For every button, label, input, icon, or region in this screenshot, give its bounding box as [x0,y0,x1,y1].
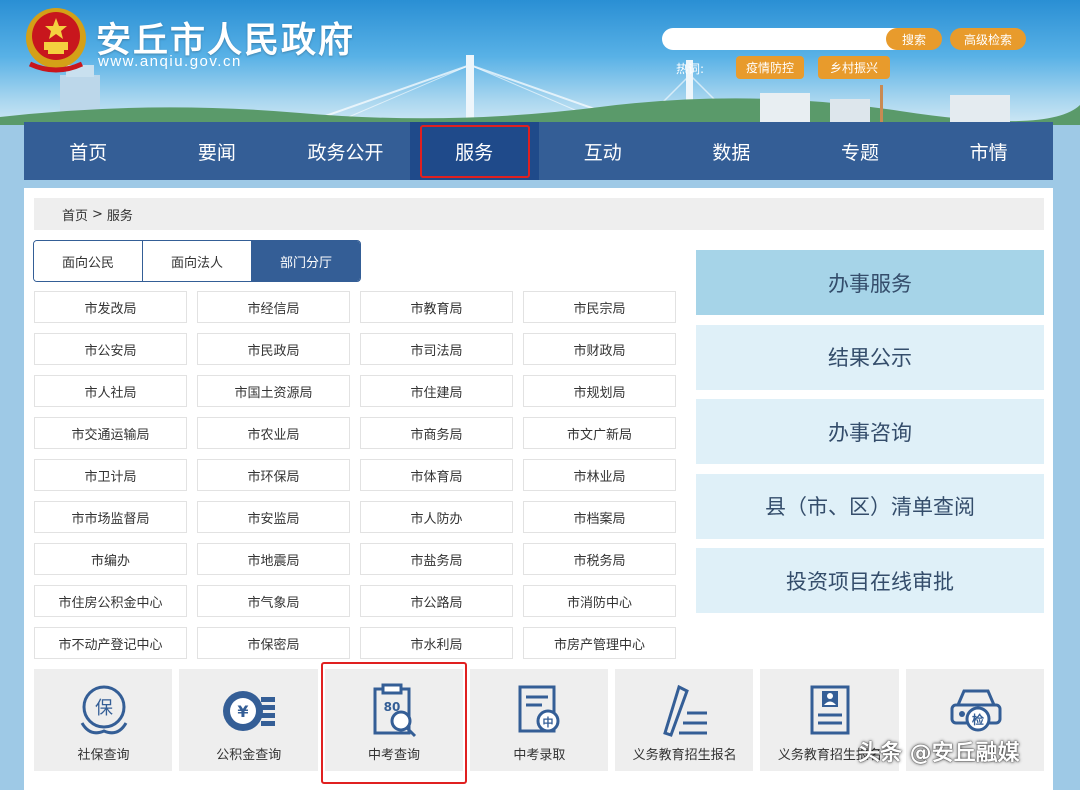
quick-link-label: 公积金查询 [216,748,282,763]
tab-legal-persons[interactable]: 面向法人 [143,241,252,281]
nav-item-topics[interactable]: 专题 [796,122,925,180]
department-link[interactable]: 市教育局 [360,291,513,323]
department-link[interactable]: 市财政局 [523,333,676,365]
department-link[interactable]: 市公安局 [34,333,187,365]
department-link[interactable]: 市地震局 [197,543,350,575]
department-link[interactable]: 市住建局 [360,375,513,407]
quick-link-label: 义务教育招生报名 [632,748,737,763]
tab-citizens[interactable]: 面向公民 [34,241,143,281]
breadcrumb-current: 服务 [106,208,133,224]
department-link[interactable]: 市档案局 [523,501,676,533]
site-url: www.anqiu.gov.cn [98,53,242,70]
nav-item-service[interactable]: 服务 [409,122,539,180]
department-link[interactable]: 市编办 [34,543,187,575]
vehicle-inspection-icon: 检 [950,689,1002,732]
department-link[interactable]: 市农业局 [197,417,350,449]
side-item-results[interactable]: 结果公示 [696,324,1044,390]
department-grid: 市发改局 市经信局 市教育局 市民宗局市公安局 市民政局 市司法局 市财政局市人社局 市国土资… [34,291,677,659]
service-side-menu: 办事服务 结果公示 办事咨询 县（市、区）清单查阅 投资项目在线审批 [696,250,1044,623]
department-link[interactable]: 市保密局 [197,627,350,659]
hot-tag-epidemic[interactable]: 疫情防控 [736,56,804,79]
quick-link-label: 社保查询 [77,748,130,763]
department-link[interactable]: 市民政局 [197,333,350,365]
department-link[interactable]: 市文广新局 [523,417,676,449]
department-link[interactable]: 市安监局 [197,501,350,533]
department-link[interactable]: 市公路局 [360,585,513,617]
department-link[interactable]: 市国土资源局 [197,375,350,407]
quick-link-enrollment-registration[interactable]: 义务教育招生报名 [615,669,754,771]
quick-link-admission[interactable]: 中 中考录取 [469,669,609,771]
svg-text:保: 保 [95,698,113,719]
department-link[interactable]: 市房产管理中心 [523,627,676,659]
side-item-consultation[interactable]: 办事咨询 [696,399,1044,464]
quick-link-provident-fund[interactable]: ¥ 公积金查询 [179,669,318,771]
side-item-investment-approval[interactable]: 投资项目在线审批 [696,548,1044,613]
department-link[interactable]: 市人社局 [34,375,187,407]
department-link[interactable]: 市不动产登记中心 [34,627,187,659]
exam-score-search-icon: 80 [373,683,416,738]
department-link[interactable]: 市环保局 [197,459,350,491]
department-link[interactable]: 市商务局 [360,417,513,449]
department-link[interactable]: 市气象局 [197,585,350,617]
watermark-text: 头条 @安丘融媒 [858,741,1020,766]
quick-link-label: 中考录取 [513,748,566,763]
department-link[interactable]: 市卫计局 [34,459,187,491]
breadcrumb-home[interactable]: 首页 [62,205,88,224]
nav-item-home[interactable]: 首页 [24,122,153,180]
student-form-icon [810,685,850,735]
department-link[interactable]: 市民宗局 [523,291,676,323]
department-link[interactable]: 市规划局 [523,375,676,407]
side-item-county-lists[interactable]: 县（市、区）清单查阅 [696,473,1044,539]
search-button[interactable]: 搜索 [886,28,942,50]
quick-link-label: 中考查询 [368,748,421,763]
hot-tag-rural[interactable]: 乡村振兴 [818,56,890,79]
quick-link-exam-score[interactable]: 80 中考查询 [324,669,463,771]
national-emblem-logo [26,8,86,73]
department-link[interactable]: 市发改局 [34,291,187,323]
department-link[interactable]: 市人防办 [360,501,513,533]
main-nav: 首页 要闻 政务公开 服务 互动 数据 专题 市情 [24,122,1053,180]
nav-item-government-affairs[interactable]: 政务公开 [281,122,410,180]
pen-registration-icon [663,684,708,737]
provident-fund-icon: ¥ [223,691,276,731]
nav-item-interaction[interactable]: 互动 [539,122,668,180]
tab-departments[interactable]: 部门分厅 [252,241,360,281]
svg-text:检: 检 [972,712,984,727]
department-link[interactable]: 市市场监督局 [34,501,187,533]
department-link[interactable]: 市经信局 [197,291,350,323]
nav-item-data[interactable]: 数据 [667,122,796,180]
audience-tabs: 面向公民 面向法人 部门分厅 [33,240,361,282]
department-link[interactable]: 市住房公积金中心 [34,585,187,617]
nav-item-city-info[interactable]: 市情 [924,122,1053,180]
department-link[interactable]: 市水利局 [360,627,513,659]
svg-text:¥: ¥ [238,702,249,721]
search-input[interactable] [662,28,900,50]
main-content: 首页 > 服务 面向公民 面向法人 部门分厅 市发改局 市经信局 市教育局 市民宗局市… [24,188,1053,790]
department-link[interactable]: 市盐务局 [360,543,513,575]
department-link[interactable]: 市司法局 [360,333,513,365]
hot-words-label: 热词: [676,62,705,76]
header-banner: 安丘市人民政府 www.anqiu.gov.cn 搜索 高级检索 热词: 疫情防… [0,0,1080,125]
social-security-icon: 保 [80,685,128,735]
advanced-search-button[interactable]: 高级检索 [950,28,1026,50]
department-link[interactable]: 市林业局 [523,459,676,491]
department-link[interactable]: 市交通运输局 [34,417,187,449]
nav-item-news[interactable]: 要闻 [153,122,282,180]
svg-text:中: 中 [542,715,553,729]
department-link[interactable]: 市税务局 [523,543,676,575]
department-link[interactable]: 市消防中心 [523,585,676,617]
breadcrumb: 首页 > 服务 [34,198,1044,230]
department-link[interactable]: 市体育局 [360,459,513,491]
admission-document-icon: 中 [518,685,560,733]
breadcrumb-separator: > [92,206,103,222]
quick-link-social-security[interactable]: 保 社保查询 [34,669,173,771]
side-item-services[interactable]: 办事服务 [696,250,1044,315]
